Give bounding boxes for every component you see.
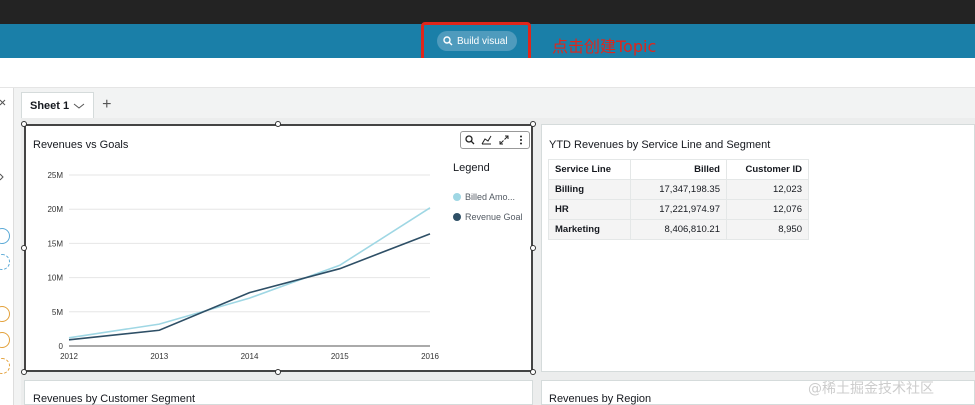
resize-handle[interactable] (21, 245, 27, 251)
row-label[interactable]: HR (548, 199, 631, 220)
table-row: Marketing 8,406,810.21 8,950 (548, 219, 809, 240)
visual-title: YTD Revenues by Service Line and Segment (549, 139, 771, 151)
row-label[interactable]: Billing (548, 179, 631, 200)
resize-handle[interactable] (530, 121, 536, 127)
more-options-icon[interactable] (512, 132, 529, 148)
visual-title: Revenues by Region (549, 393, 652, 405)
resize-handle[interactable] (21, 369, 27, 375)
cell-value: 12,023 (726, 179, 809, 200)
y-tick-label: 0 (59, 342, 64, 351)
top-bar (0, 0, 975, 24)
resize-handle[interactable] (275, 369, 281, 375)
tab-sheet-1[interactable]: Sheet 1 (21, 92, 95, 118)
sheet-tabs: Sheet 1 + (21, 92, 111, 118)
field-icon[interactable] (0, 228, 10, 244)
x-tick-label: 2013 (150, 352, 168, 361)
field-icon[interactable] (0, 306, 10, 322)
legend-swatch (453, 193, 461, 201)
watermark: @稀土掘金技术社区 (808, 381, 934, 397)
legend-swatch (453, 213, 461, 221)
column-header[interactable]: Service Line (548, 159, 631, 180)
field-icon[interactable] (0, 254, 10, 270)
close-icon[interactable] (0, 96, 14, 110)
tab-label: Sheet 1 (30, 99, 70, 112)
field-icon[interactable] (0, 332, 10, 348)
cell-value: 17,221,974.97 (630, 199, 727, 220)
left-panel (0, 88, 14, 405)
expand-icon[interactable] (495, 132, 512, 148)
resize-handle[interactable] (530, 369, 536, 375)
zoom-icon[interactable] (461, 132, 478, 148)
legend-title: Legend (453, 162, 490, 174)
cell-value: 8,406,810.21 (630, 219, 727, 240)
line-chart[interactable]: 0 5M 10M 15M 20M 25M 2012 2013 2014 2015 2016 (30, 165, 450, 365)
toolbar-strip (0, 58, 975, 88)
y-tick-label: 5M (52, 308, 63, 317)
visual-toolbar (460, 131, 530, 149)
resize-handle[interactable] (530, 245, 536, 251)
y-tick-label: 10M (47, 274, 63, 283)
x-tick-label: 2015 (331, 352, 349, 361)
annotation-text: 点击创建Topic (552, 37, 657, 56)
visual-type-icon[interactable] (478, 132, 495, 148)
x-tick-label: 2016 (421, 352, 439, 361)
series-line-billed (68, 207, 431, 339)
series-line-goal (68, 233, 431, 341)
table-row: Billing 17,347,198.35 12,023 (548, 179, 809, 200)
cell-value: 12,076 (726, 199, 809, 220)
field-icon[interactable] (0, 358, 10, 374)
cell-value: 17,347,198.35 (630, 179, 727, 200)
column-header[interactable]: Billed (630, 159, 727, 180)
add-sheet-icon[interactable]: + (102, 96, 111, 114)
cell-value: 8,950 (726, 219, 809, 240)
legend-item-goal[interactable]: Revenue Goal (453, 212, 523, 222)
y-tick-label: 20M (47, 205, 63, 214)
resize-handle[interactable] (275, 121, 281, 127)
x-tick-label: 2014 (241, 352, 259, 361)
column-header[interactable]: Customer ID (726, 159, 809, 180)
legend-label: Revenue Goal (465, 212, 523, 222)
pivot-table: Service Line Billed Customer ID Billing … (548, 159, 809, 240)
visual-title: Revenues vs Goals (33, 139, 129, 151)
x-tick-label: 2012 (60, 352, 78, 361)
chevron-right-icon[interactable] (0, 170, 14, 184)
y-tick-label: 15M (47, 239, 63, 248)
resize-handle[interactable] (21, 121, 27, 127)
legend-item-billed[interactable]: Billed Amo... (453, 192, 515, 202)
table-row: HR 17,221,974.97 12,076 (548, 199, 809, 220)
y-tick-label: 25M (47, 171, 63, 180)
row-label[interactable]: Marketing (548, 219, 631, 240)
table-header-row: Service Line Billed Customer ID (548, 159, 809, 180)
visual-title: Revenues by Customer Segment (33, 393, 196, 405)
chevron-down-icon[interactable] (73, 102, 85, 110)
legend-label: Billed Amo... (465, 192, 516, 202)
